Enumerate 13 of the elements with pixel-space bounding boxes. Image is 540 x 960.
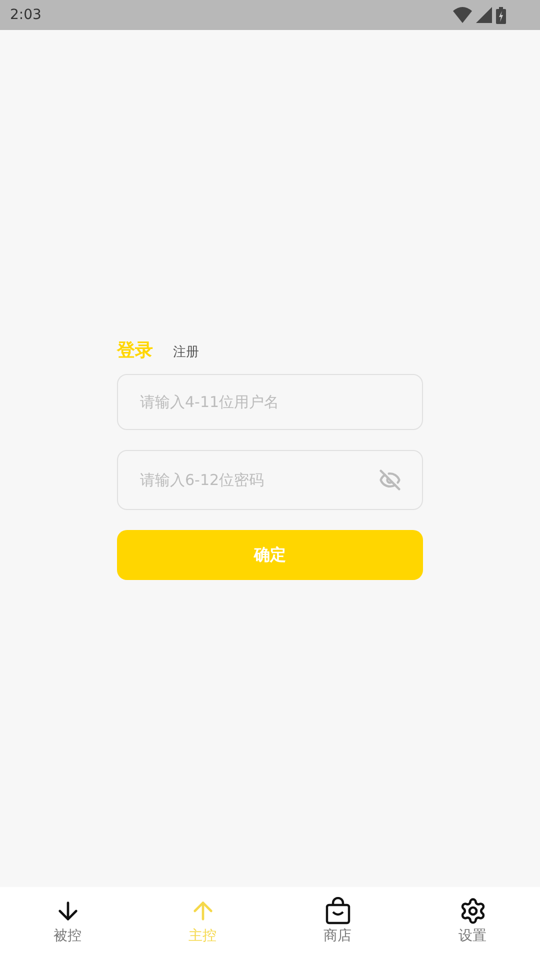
signal-icon: [476, 7, 492, 23]
battery-icon: [496, 6, 506, 24]
nav-tab[interactable]: 被控: [0, 887, 135, 960]
password-field[interactable]: 请输入6-12位密码: [117, 450, 423, 510]
settings-icon: [458, 897, 486, 925]
nav-tab[interactable]: 设置: [405, 887, 540, 960]
username-field[interactable]: 请输入4-11位用户名: [117, 374, 423, 430]
nav-tab[interactable]: 商店: [270, 887, 405, 960]
shopping-bag-icon: [324, 897, 350, 925]
eye-off-icon[interactable]: [379, 469, 401, 491]
auth-tab[interactable]: 注册: [173, 343, 199, 361]
status-time: 2:03: [10, 7, 42, 23]
wifi-icon: [453, 7, 472, 23]
